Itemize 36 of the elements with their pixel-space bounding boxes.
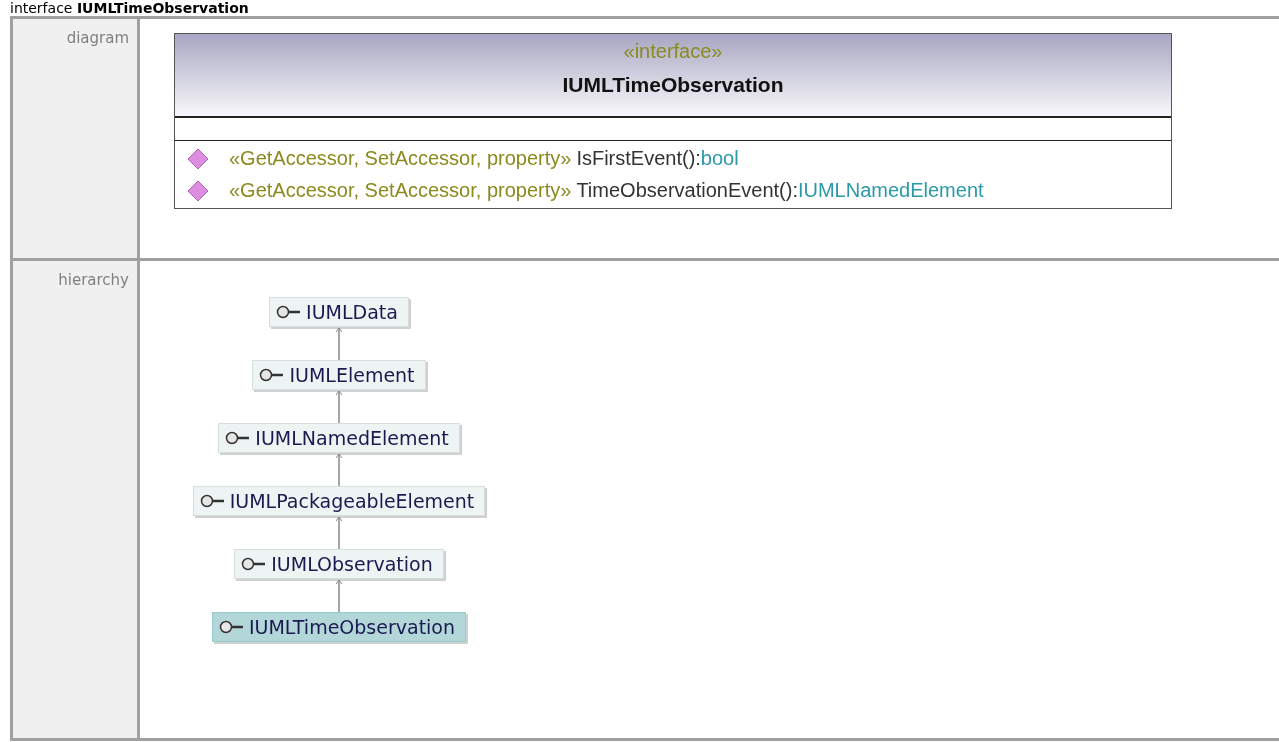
interface-name: IUMLTimeObservation (248, 616, 456, 638)
interface-node[interactable]: IUMLTimeObservation (211, 612, 467, 642)
page-heading: interface IUMLTimeObservation (9, 0, 250, 16)
row-label: diagram (10, 19, 140, 261)
interface-icon (241, 557, 268, 571)
interface-icon (199, 494, 226, 508)
operation-stereotype: «GetAccessor, SetAccessor, property» (229, 147, 572, 170)
inheritance-arrow (335, 390, 343, 423)
interface-node[interactable]: IUMLElement (252, 360, 426, 390)
stereotype-label: «interface» (623, 40, 723, 63)
interface-node[interactable]: IUMLObservation (234, 549, 444, 579)
class-name: IUMLTimeObservation (562, 73, 784, 97)
interface-name: IUMLData (306, 301, 398, 323)
inheritance-arrow (335, 453, 343, 486)
diamond-icon (187, 147, 209, 170)
interface-node[interactable]: IUMLData (269, 297, 409, 327)
row-label: hierarchy (10, 261, 140, 741)
operation-stereotype: «GetAccessor, SetAccessor, property» (229, 179, 572, 202)
operation-signature: IsFirstEvent(): (576, 147, 701, 170)
interface-name: IUMLPackageableElement (229, 490, 475, 512)
operation-type: IUMLNamedElement (797, 179, 984, 202)
diamond-icon (187, 179, 209, 202)
operation-signature: TimeObservationEvent(): (576, 179, 798, 202)
inheritance-arrow (335, 327, 343, 360)
inheritance-arrow (335, 579, 343, 612)
interface-node[interactable]: IUMLNamedElement (218, 423, 460, 453)
interface-icon (218, 620, 245, 634)
inheritance-arrow (335, 516, 343, 549)
interface-node[interactable]: IUMLPackageableElement (192, 486, 486, 516)
interface-icon (276, 305, 303, 319)
interface-name: IUMLObservation (271, 553, 433, 575)
interface-name: IUMLNamedElement (255, 427, 449, 449)
interface-name: IUMLElement (289, 364, 415, 386)
interface-icon (259, 368, 286, 382)
operation-type: bool (700, 147, 739, 170)
interface-icon (225, 431, 252, 445)
